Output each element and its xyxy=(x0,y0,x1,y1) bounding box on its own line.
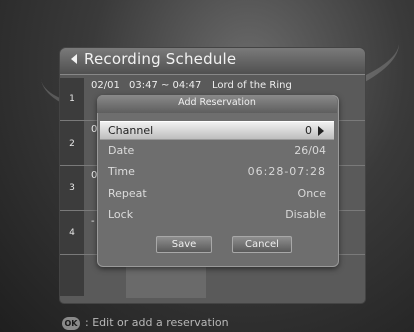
cancel-button[interactable]: Cancel xyxy=(232,236,292,253)
field-label: Repeat xyxy=(108,187,147,200)
row-number: 4 xyxy=(69,228,75,238)
repeat-field[interactable]: Repeat Once xyxy=(100,185,334,202)
reservation-time[interactable]: 03:47 ~ 04:47 xyxy=(129,80,201,91)
field-label: Date xyxy=(108,144,135,157)
save-button[interactable]: Save xyxy=(156,236,212,253)
row-number: 2 xyxy=(69,139,75,149)
field-value: Once xyxy=(297,187,326,200)
reservation-date[interactable]: 02/01 xyxy=(91,80,120,91)
ok-button-icon: OK xyxy=(62,317,80,330)
dialog-title: Add Reservation xyxy=(178,97,256,108)
date-field[interactable]: Date 26/04 xyxy=(100,142,334,159)
field-label: Time xyxy=(108,165,135,178)
row-number: 3 xyxy=(69,183,75,193)
field-label: Channel xyxy=(108,124,154,137)
row-number: 1 xyxy=(69,94,75,104)
field-label: Lock xyxy=(108,208,134,221)
reservation-date[interactable]: - xyxy=(91,216,95,227)
field-value: 26/04 xyxy=(294,144,326,157)
reservation-program[interactable]: Lord of the Ring xyxy=(212,80,292,91)
field-value: Disable xyxy=(285,208,326,221)
lock-field[interactable]: Lock Disable xyxy=(100,206,334,223)
tv-screen: Recording Schedule 1 2 3 4 02/01 03:47 ~… xyxy=(0,0,414,332)
footer-hint: : Edit or add a reservation xyxy=(85,316,229,329)
time-field[interactable]: Time 06:28-07:28 xyxy=(100,163,334,180)
field-value: 0 xyxy=(305,124,312,137)
back-arrow-icon[interactable] xyxy=(71,54,77,64)
channel-field[interactable]: Channel 0 xyxy=(100,121,334,140)
field-value: 06:28-07:28 xyxy=(247,165,326,178)
page-title: Recording Schedule xyxy=(84,50,237,68)
arrow-right-icon xyxy=(318,126,324,136)
